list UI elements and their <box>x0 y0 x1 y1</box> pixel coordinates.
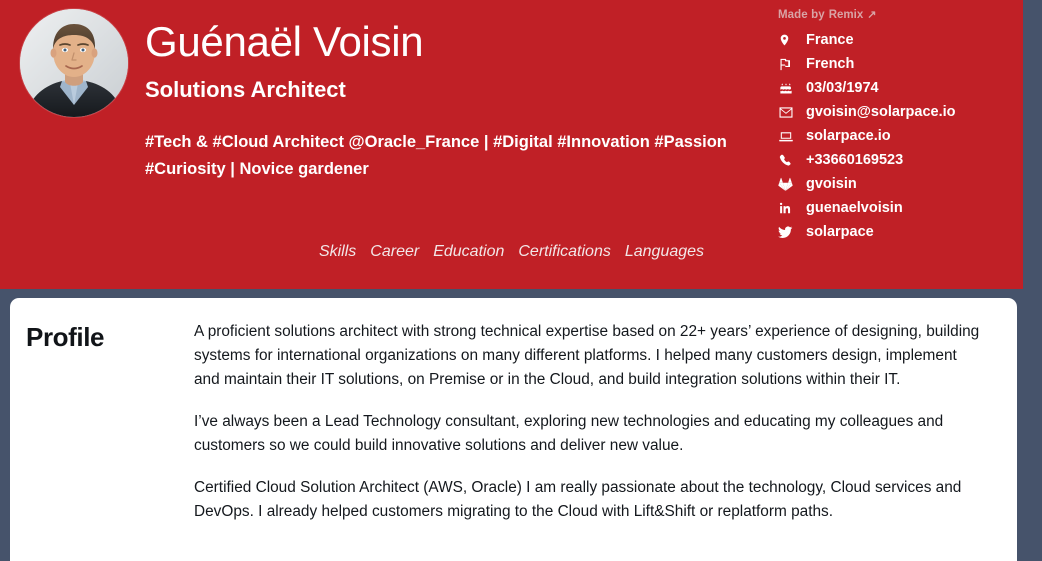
avatar-photo <box>20 9 128 117</box>
map-pin-icon <box>778 32 800 48</box>
twitter-icon <box>778 225 800 239</box>
contact-twitter-value: solarpace <box>806 224 874 240</box>
nav-item-certifications[interactable]: Certifications <box>518 241 610 263</box>
contact-twitter[interactable]: solarpace <box>778 220 1023 244</box>
contact-email-value: gvoisin@solarpace.io <box>806 104 956 120</box>
contact-gitlab[interactable]: gvoisin <box>778 172 1023 196</box>
contact-linkedin[interactable]: guenaelvoisin <box>778 196 1023 220</box>
contact-website-value: solarpace.io <box>806 128 891 144</box>
identity-block: Guénaël Voisin Solutions Architect #Tech… <box>145 18 745 183</box>
contact-phone-value: +33660169523 <box>806 152 904 168</box>
job-title: Solutions Architect <box>145 77 346 103</box>
content-card: Profile A proficient solutions architect… <box>10 298 1017 561</box>
nav-item-skills[interactable]: Skills <box>319 241 356 263</box>
contact-birthdate-value: 03/03/1974 <box>806 80 879 96</box>
contact-language-value: French <box>806 56 855 72</box>
profile-section-body: A proficient solutions architect with st… <box>194 320 991 524</box>
birthday-cake-icon <box>778 81 800 96</box>
profile-section-title: Profile <box>26 322 105 352</box>
gitlab-icon <box>778 177 800 192</box>
profile-paragraph: A proficient solutions architect with st… <box>194 323 980 389</box>
resume-page: Guénaël Voisin Solutions Architect #Tech… <box>0 0 1042 561</box>
contact-location-value: France <box>806 32 854 48</box>
nav-item-education[interactable]: Education <box>433 241 504 263</box>
envelope-icon <box>778 106 800 119</box>
made-by-remix-link[interactable]: Made by Remix ↗ <box>778 9 1023 21</box>
contact-location: France <box>778 28 1023 52</box>
section-nav: Skills Career Education Certifications L… <box>0 241 1023 263</box>
nav-item-career[interactable]: Career <box>370 241 419 263</box>
flag-icon <box>778 57 800 72</box>
nav-item-languages[interactable]: Languages <box>625 241 704 263</box>
contact-language: French <box>778 52 1023 76</box>
contact-gitlab-value: gvoisin <box>806 176 857 192</box>
contact-birthdate: 03/03/1974 <box>778 76 1023 100</box>
linkedin-icon <box>778 201 800 215</box>
bio-hashtags: #Tech & #Cloud Architect @Oracle_France … <box>145 133 727 179</box>
contact-website[interactable]: solarpace.io <box>778 124 1023 148</box>
made-by-prefix: Made by <box>778 9 825 21</box>
contact-phone[interactable]: +33660169523 <box>778 148 1023 172</box>
phone-icon <box>778 153 800 167</box>
profile-header-banner: Guénaël Voisin Solutions Architect #Tech… <box>0 0 1023 289</box>
external-link-arrow-icon: ↗ <box>867 8 877 21</box>
avatar <box>20 9 128 117</box>
contact-email[interactable]: gvoisin@solarpace.io <box>778 100 1023 124</box>
page-title: Guénaël Voisin <box>145 18 424 65</box>
profile-paragraph: Certified Cloud Solution Architect (AWS,… <box>194 479 962 521</box>
profile-section: Profile A proficient solutions architect… <box>26 320 991 524</box>
laptop-icon <box>778 130 800 143</box>
remix-brand-label: Remix <box>828 9 864 21</box>
profile-paragraph: I’ve always been a Lead Technology consu… <box>194 413 944 455</box>
contact-column: Made by Remix ↗ France French 03/03/1974… <box>770 0 1023 244</box>
contact-linkedin-value: guenaelvoisin <box>806 200 903 216</box>
